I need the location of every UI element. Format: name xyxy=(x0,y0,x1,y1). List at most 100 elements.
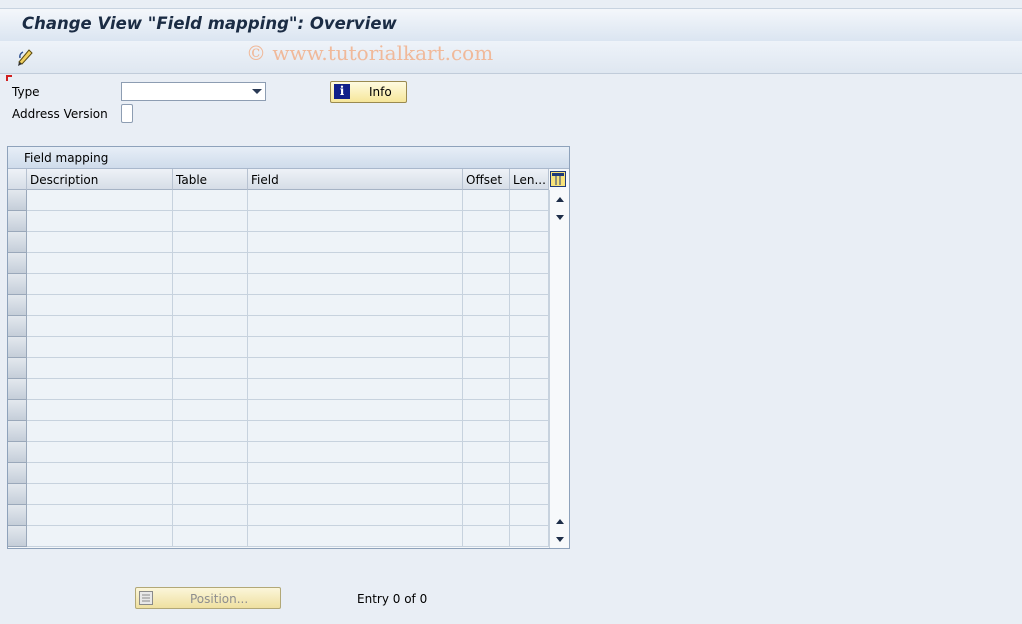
table-cell[interactable] xyxy=(463,253,510,274)
table-cell[interactable] xyxy=(463,274,510,295)
row-selector[interactable] xyxy=(8,358,27,379)
table-row[interactable] xyxy=(8,190,549,211)
table-cell[interactable] xyxy=(248,316,463,337)
display-change-icon[interactable] xyxy=(15,46,37,68)
table-row[interactable] xyxy=(8,316,549,337)
scroll-down-page-icon[interactable] xyxy=(556,537,564,542)
table-cell[interactable] xyxy=(248,295,463,316)
table-cell[interactable] xyxy=(248,211,463,232)
table-row[interactable] xyxy=(8,211,549,232)
table-cell[interactable] xyxy=(27,211,173,232)
row-selector[interactable] xyxy=(8,400,27,421)
table-cell[interactable] xyxy=(463,232,510,253)
table-cell[interactable] xyxy=(27,484,173,505)
table-cell[interactable] xyxy=(248,421,463,442)
table-cell[interactable] xyxy=(510,316,549,337)
table-cell[interactable] xyxy=(27,400,173,421)
table-row[interactable] xyxy=(8,358,549,379)
column-header-description[interactable]: Description xyxy=(27,169,173,190)
table-row[interactable] xyxy=(8,526,549,547)
row-selector[interactable] xyxy=(8,190,27,211)
table-cell[interactable] xyxy=(510,463,549,484)
table-cell[interactable] xyxy=(463,442,510,463)
row-selector[interactable] xyxy=(8,505,27,526)
table-row[interactable] xyxy=(8,463,549,484)
table-cell[interactable] xyxy=(173,337,248,358)
table-row[interactable] xyxy=(8,337,549,358)
table-row[interactable] xyxy=(8,421,549,442)
table-row[interactable] xyxy=(8,505,549,526)
table-row[interactable] xyxy=(8,253,549,274)
table-cell[interactable] xyxy=(248,379,463,400)
address-version-field[interactable] xyxy=(121,104,133,123)
table-row[interactable] xyxy=(8,484,549,505)
table-cell[interactable] xyxy=(27,337,173,358)
row-selector[interactable] xyxy=(8,232,27,253)
table-cell[interactable] xyxy=(248,190,463,211)
table-cell[interactable] xyxy=(463,379,510,400)
table-cell[interactable] xyxy=(27,505,173,526)
table-row[interactable] xyxy=(8,400,549,421)
row-selector[interactable] xyxy=(8,421,27,442)
table-cell[interactable] xyxy=(27,274,173,295)
table-cell[interactable] xyxy=(510,526,549,547)
table-cell[interactable] xyxy=(173,442,248,463)
type-dropdown[interactable] xyxy=(121,82,266,101)
scroll-down-icon[interactable] xyxy=(556,215,564,220)
column-settings-icon[interactable] xyxy=(550,171,566,187)
table-cell[interactable] xyxy=(173,400,248,421)
row-selector[interactable] xyxy=(8,274,27,295)
table-cell[interactable] xyxy=(27,442,173,463)
row-selector[interactable] xyxy=(8,295,27,316)
info-button[interactable]: i Info xyxy=(330,81,407,103)
table-cell[interactable] xyxy=(27,190,173,211)
table-cell[interactable] xyxy=(248,442,463,463)
table-cell[interactable] xyxy=(27,526,173,547)
table-cell[interactable] xyxy=(173,463,248,484)
table-cell[interactable] xyxy=(510,295,549,316)
table-cell[interactable] xyxy=(27,463,173,484)
table-cell[interactable] xyxy=(173,316,248,337)
table-cell[interactable] xyxy=(248,274,463,295)
table-cell[interactable] xyxy=(463,337,510,358)
table-cell[interactable] xyxy=(27,232,173,253)
table-cell[interactable] xyxy=(463,316,510,337)
position-button[interactable]: Position... xyxy=(135,587,281,609)
table-cell[interactable] xyxy=(173,190,248,211)
table-row[interactable] xyxy=(8,232,549,253)
table-cell[interactable] xyxy=(463,358,510,379)
table-row[interactable] xyxy=(8,295,549,316)
table-cell[interactable] xyxy=(510,379,549,400)
table-cell[interactable] xyxy=(463,211,510,232)
table-row[interactable] xyxy=(8,442,549,463)
table-cell[interactable] xyxy=(173,253,248,274)
table-cell[interactable] xyxy=(463,463,510,484)
table-cell[interactable] xyxy=(510,190,549,211)
column-header-length[interactable]: Len... xyxy=(510,169,549,190)
scroll-up-page-icon[interactable] xyxy=(556,519,564,524)
table-cell[interactable] xyxy=(248,526,463,547)
table-cell[interactable] xyxy=(248,358,463,379)
table-cell[interactable] xyxy=(463,400,510,421)
table-cell[interactable] xyxy=(510,505,549,526)
row-selector[interactable] xyxy=(8,211,27,232)
vertical-scrollbar[interactable] xyxy=(549,190,569,548)
table-cell[interactable] xyxy=(248,400,463,421)
table-cell[interactable] xyxy=(248,484,463,505)
table-cell[interactable] xyxy=(27,316,173,337)
table-cell[interactable] xyxy=(463,421,510,442)
table-row[interactable] xyxy=(8,379,549,400)
table-cell[interactable] xyxy=(510,484,549,505)
table-cell[interactable] xyxy=(510,232,549,253)
row-selector[interactable] xyxy=(8,379,27,400)
table-cell[interactable] xyxy=(510,400,549,421)
table-cell[interactable] xyxy=(173,274,248,295)
row-selector[interactable] xyxy=(8,253,27,274)
table-cell[interactable] xyxy=(27,379,173,400)
table-cell[interactable] xyxy=(510,253,549,274)
table-cell[interactable] xyxy=(27,358,173,379)
row-selector[interactable] xyxy=(8,526,27,547)
table-cell[interactable] xyxy=(463,505,510,526)
table-cell[interactable] xyxy=(510,442,549,463)
select-all-cell[interactable] xyxy=(8,169,27,190)
